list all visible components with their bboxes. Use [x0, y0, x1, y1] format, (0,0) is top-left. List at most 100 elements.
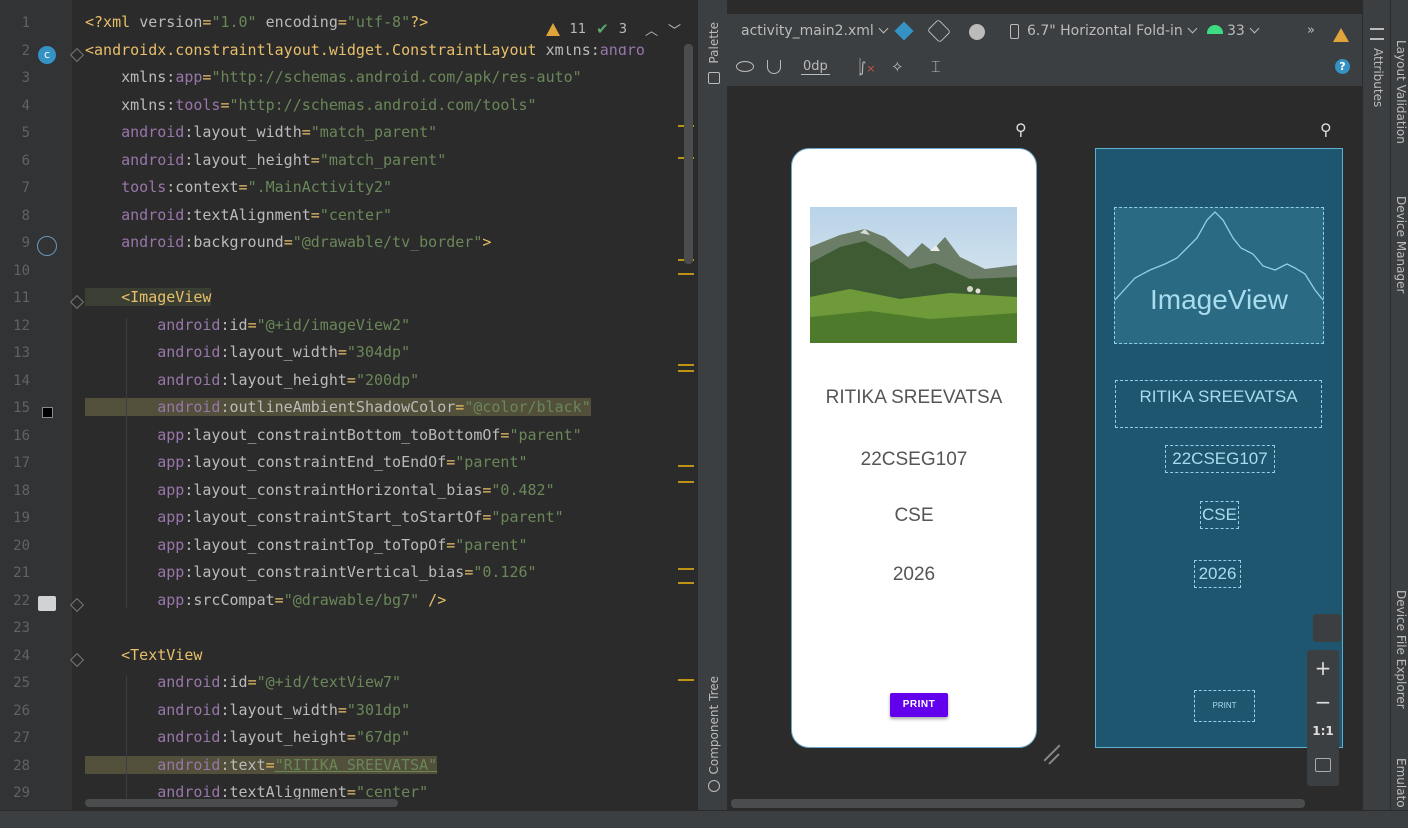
- status-bar: [0, 810, 1408, 828]
- component-tree-icon[interactable]: [708, 780, 720, 792]
- phone-icon[interactable]: [1010, 24, 1019, 39]
- blueprint-name[interactable]: RITIKA SREEVATSA: [1115, 380, 1322, 428]
- layers-icon[interactable]: [894, 21, 914, 41]
- magic-wand-icon[interactable]: ✧: [891, 58, 904, 76]
- eye-icon[interactable]: [736, 61, 754, 72]
- color-circle-icon[interactable]: [37, 236, 57, 256]
- emulator-tab[interactable]: Emulato: [1394, 758, 1408, 808]
- code-line[interactable]: app:layout_constraintBottom_toBottomOf="…: [85, 426, 581, 444]
- name-text[interactable]: RITIKA SREEVATSA: [792, 387, 1036, 409]
- layout-validation-tab[interactable]: Layout Validation: [1394, 40, 1408, 144]
- design-horizontal-scrollbar[interactable]: [731, 799, 1305, 808]
- blueprint-dept[interactable]: CSE: [1200, 501, 1239, 529]
- pan-toggle[interactable]: [1313, 614, 1341, 642]
- code-line[interactable]: app:layout_constraintHorizontal_bias="0.…: [85, 481, 554, 499]
- chevron-down-icon[interactable]: ﹀: [668, 20, 681, 39]
- inspection-widget[interactable]: 11 ✔ 3 ︿ ﹀: [539, 12, 683, 46]
- code-line[interactable]: <ImageView: [85, 288, 212, 306]
- code-line[interactable]: android:text="RITIKA SREEVATSA": [85, 755, 438, 774]
- design-preview[interactable]: RITIKA SREEVATSA 22CSEG107 CSE 2026 PRIN…: [791, 148, 1037, 748]
- pin-icon[interactable]: ⚲: [1015, 120, 1027, 139]
- help-icon[interactable]: ?: [1335, 59, 1350, 74]
- zoom-out-button[interactable]: −: [1307, 690, 1339, 714]
- component-tree-tab[interactable]: Component Tree: [707, 676, 721, 774]
- blueprint-roll[interactable]: 22CSEG107: [1165, 445, 1275, 473]
- code-line[interactable]: android:background="@drawable/tv_border"…: [85, 233, 491, 251]
- palette-icon[interactable]: [708, 72, 720, 84]
- code-line[interactable]: android:id="@+id/imageView2": [85, 316, 410, 334]
- attributes-tab[interactable]: Attributes: [1371, 48, 1385, 107]
- year-text[interactable]: 2026: [792, 564, 1036, 586]
- landscape-image[interactable]: [810, 207, 1017, 343]
- line-number: 15: [13, 400, 30, 416]
- code-token: "@+id/textView7": [256, 673, 402, 691]
- color-swatch-icon[interactable]: [42, 407, 53, 418]
- attributes-icon[interactable]: [1370, 28, 1384, 40]
- orientation-icon[interactable]: [926, 18, 952, 44]
- image-preview-icon[interactable]: [38, 596, 56, 611]
- code-line[interactable]: android:layout_width="304dp": [85, 343, 410, 361]
- code-line[interactable]: android:layout_width="match_parent": [85, 123, 437, 141]
- code-line[interactable]: android:layout_height="match_parent": [85, 151, 446, 169]
- class-icon[interactable]: c: [38, 46, 56, 64]
- constraint-icon[interactable]: ∫×: [859, 60, 876, 76]
- line-number: 7: [21, 180, 30, 196]
- theme-icon[interactable]: [969, 24, 985, 40]
- code-editor[interactable]: 1 <?xml version="1.0" encoding="utf-8"?> 2…: [0, 0, 697, 810]
- code-token: =: [346, 370, 356, 389]
- code-line[interactable]: xmlns:tools="http://schemas.android.com/…: [85, 96, 536, 114]
- palette-tab[interactable]: Palette: [707, 22, 721, 64]
- code-line[interactable]: android:id="@+id/textView7": [85, 673, 401, 691]
- blueprint-print-button[interactable]: PRINT: [1194, 690, 1255, 722]
- code-line[interactable]: tools:context=".MainActivity2": [85, 178, 392, 196]
- code-line[interactable]: xmlns:app="http://schemas.android.com/ap…: [85, 68, 582, 86]
- code-token: android: [85, 315, 221, 334]
- code-line[interactable]: android:layout_width="301dp": [85, 701, 410, 719]
- code-line[interactable]: app:layout_constraintTop_toTopOf="parent…: [85, 536, 527, 554]
- blueprint-imageview[interactable]: ImageView: [1114, 207, 1324, 344]
- check-icon: ✔: [596, 20, 609, 38]
- fold-marker-icon[interactable]: [69, 652, 85, 668]
- file-selector[interactable]: activity_main2.xml: [741, 23, 889, 39]
- blueprint-view[interactable]: ImageView RITIKA SREEVATSA 22CSEG107 CSE…: [1095, 148, 1343, 748]
- align-icon[interactable]: ⌶: [931, 57, 941, 77]
- code-line[interactable]: android:layout_height="67dp": [85, 728, 410, 746]
- device-manager-tab[interactable]: Device Manager: [1394, 196, 1408, 293]
- zoom-fit-icon[interactable]: [1315, 758, 1331, 772]
- print-button[interactable]: PRINT: [890, 693, 948, 717]
- roll-text[interactable]: 22CSEG107: [792, 449, 1036, 471]
- zoom-in-button[interactable]: +: [1307, 656, 1339, 680]
- code-line[interactable]: app:layout_constraintStart_toStartOf="pa…: [85, 508, 563, 526]
- fold-marker-icon[interactable]: [69, 47, 85, 63]
- device-file-explorer-tab[interactable]: Device File Explorer: [1394, 590, 1408, 709]
- more-chevron-icon[interactable]: »: [1307, 23, 1315, 38]
- code-line[interactable]: <TextView: [85, 646, 202, 664]
- blueprint-year[interactable]: 2026: [1194, 560, 1241, 588]
- chevron-up-icon[interactable]: ︿: [645, 20, 658, 39]
- code-token: "1.0": [211, 13, 257, 31]
- dept-text[interactable]: CSE: [792, 505, 1036, 527]
- api-level-selector[interactable]: 33: [1227, 23, 1260, 39]
- code-line[interactable]: <?xml version="1.0" encoding="utf-8"?>: [85, 13, 428, 31]
- code-token: android: [85, 370, 221, 389]
- code-line[interactable]: app:srcCompat="@drawable/bg7" />: [85, 591, 446, 609]
- code-line[interactable]: app:layout_constraintEnd_toEndOf="parent…: [85, 453, 527, 471]
- editor-horizontal-scrollbar[interactable]: [85, 799, 398, 807]
- fold-marker-icon[interactable]: [69, 294, 85, 310]
- default-margin-field[interactable]: 0dp: [801, 59, 830, 75]
- code-line[interactable]: android:layout_height="200dp": [85, 371, 419, 389]
- device-selector[interactable]: 6.7" Horizontal Fold-in: [1027, 23, 1198, 39]
- code-line[interactable]: app:layout_constraintVertical_bias="0.12…: [85, 563, 536, 581]
- code-token: :id: [220, 315, 248, 334]
- zoom-actual-button[interactable]: 1:1: [1307, 724, 1339, 738]
- code-line[interactable]: android:outlineAmbientShadowColor="@colo…: [85, 398, 591, 416]
- design-canvas[interactable]: ⚲ ⚲ RITIKA SREEVATSA 22CSEG107 CSE 2026 …: [727, 86, 1362, 798]
- magnet-off-icon[interactable]: [767, 60, 781, 74]
- pin-icon[interactable]: ⚲: [1320, 120, 1332, 139]
- code-token: :textAlignment: [184, 205, 311, 224]
- code-line[interactable]: android:textAlignment="center": [85, 206, 392, 224]
- fold-marker-icon[interactable]: [69, 597, 85, 613]
- editor-vertical-scrollbar[interactable]: [684, 44, 693, 264]
- warning-icon[interactable]: [1333, 24, 1349, 43]
- code-token: =: [310, 205, 320, 224]
